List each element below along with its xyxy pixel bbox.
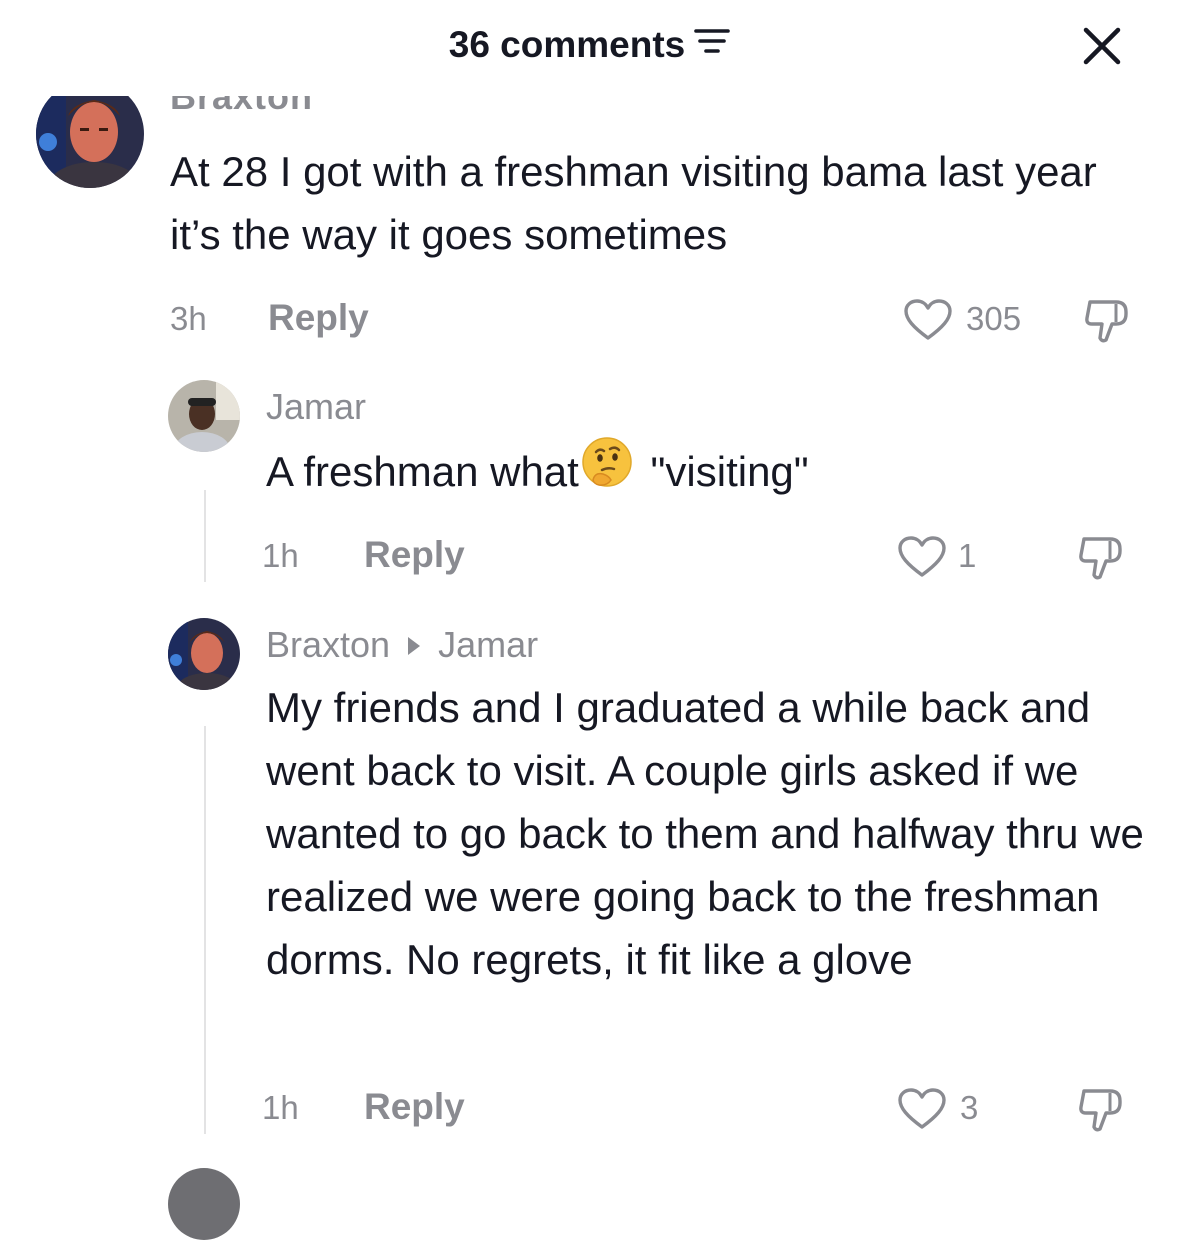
avatar[interactable] xyxy=(36,80,144,188)
comment-username-line: Braxton Jamar xyxy=(266,624,538,666)
reply-button[interactable]: Reply xyxy=(364,534,465,576)
comments-count-label: 36 comments xyxy=(448,24,686,65)
comment-time: 3h xyxy=(170,300,207,337)
comments-title[interactable]: 36 comments xyxy=(0,24,1180,66)
comment-text: At 28 I got with a freshman visiting bam… xyxy=(170,148,1097,258)
avatar[interactable] xyxy=(168,618,240,690)
heart-outline-icon[interactable] xyxy=(897,1087,947,1136)
thinking-face-emoji xyxy=(581,436,633,505)
thread-line xyxy=(204,726,206,1134)
avatar[interactable] xyxy=(168,1168,240,1240)
comment-username[interactable]: Jamar xyxy=(266,386,366,428)
comment-text-part: "visiting" xyxy=(650,448,809,495)
comment-username[interactable]: Braxton xyxy=(266,624,390,665)
comments-header: 36 comments xyxy=(0,0,1180,96)
comment-time: 1h xyxy=(262,537,299,574)
heart-outline-icon[interactable] xyxy=(903,298,953,347)
like-count: 1 xyxy=(958,537,977,574)
dislike-icon[interactable] xyxy=(1076,1085,1126,1140)
like-count: 305 xyxy=(966,300,1022,337)
dislike-icon[interactable] xyxy=(1082,296,1132,351)
reply-button[interactable]: Reply xyxy=(364,1086,465,1128)
comment-text: My friends and I graduated a while back … xyxy=(266,684,1144,983)
sort-icon[interactable] xyxy=(693,23,731,65)
comment-text: A freshman what "visiting" xyxy=(266,437,1146,505)
comment-time: 1h xyxy=(262,1089,299,1126)
reply-arrow-icon xyxy=(408,636,421,655)
avatar[interactable] xyxy=(168,380,240,452)
heart-outline-icon[interactable] xyxy=(897,535,947,584)
comment-text-part: A freshman what xyxy=(266,448,579,495)
close-icon[interactable] xyxy=(1082,26,1122,66)
thread-line xyxy=(204,490,206,582)
reply-to-username[interactable]: Jamar xyxy=(438,624,538,665)
like-count: 3 xyxy=(960,1089,979,1126)
reply-button[interactable]: Reply xyxy=(268,297,369,339)
dislike-icon[interactable] xyxy=(1076,533,1126,588)
